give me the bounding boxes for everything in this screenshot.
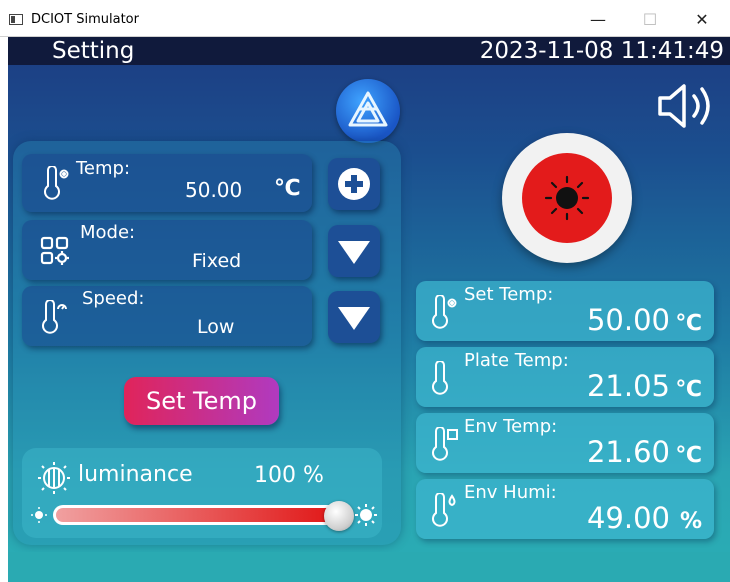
plus-icon <box>337 167 371 205</box>
temp-setting-card[interactable]: Temp: 50.00 ℃ <box>22 154 312 212</box>
reading-env-temp: Env Temp: 21.60 ℃ <box>416 413 714 473</box>
app-screen: Setting 2023-11-08 11:41:49 Temp: 50.00 … <box>8 37 730 582</box>
luminance-slider-thumb[interactable] <box>324 501 354 531</box>
dropdown-triangle-icon <box>336 238 372 270</box>
set-temp-button[interactable]: Set Temp <box>124 377 279 425</box>
header-bar: Setting 2023-11-08 11:41:49 <box>8 37 730 65</box>
reading-value: 21.60 <box>586 435 670 469</box>
luminance-slider[interactable] <box>53 505 353 525</box>
mode-setting-card[interactable]: Mode: Fixed <box>22 220 312 280</box>
datetime: 2023-11-08 11:41:49 <box>479 38 724 64</box>
speed-dropdown-button[interactable] <box>328 291 380 343</box>
alarm-button[interactable] <box>502 133 632 263</box>
speaker-icon[interactable] <box>656 81 718 131</box>
reading-set-temp: Set Temp: 50.00 ℃ <box>416 281 714 341</box>
reading-value: 49.00 <box>586 501 670 535</box>
temp-unit: ℃ <box>274 176 301 201</box>
speed-label: Speed: <box>82 288 145 309</box>
thermometer-box-icon <box>430 426 460 465</box>
thermometer-gauge-icon <box>40 299 70 338</box>
temp-label: Temp: <box>76 158 131 179</box>
reading-env-humi: Env Humi: 49.00 % <box>416 479 714 539</box>
luminance-label: luminance <box>78 462 193 487</box>
sun-large-icon <box>354 503 378 531</box>
reading-unit: ℃ <box>675 443 702 468</box>
alarm-icon <box>544 175 590 221</box>
reading-plate-temp: Plate Temp: 21.05 ℃ <box>416 347 714 407</box>
reading-value: 50.00 <box>586 303 670 337</box>
luminance-value: 100 % <box>254 463 324 488</box>
window-title: DCIOT Simulator <box>31 12 139 27</box>
reading-unit: % <box>679 509 702 534</box>
brightness-icon <box>36 460 72 500</box>
logo-icon <box>336 79 400 143</box>
luminance-slider-fill <box>56 508 350 522</box>
reading-label: Env Temp: <box>464 416 558 437</box>
mode-dropdown-button[interactable] <box>328 225 380 277</box>
thermometer-gear-icon <box>430 294 460 333</box>
speed-setting-card[interactable]: Speed: Low <box>22 286 312 346</box>
app-icon <box>9 14 23 25</box>
temp-value: 50.00 <box>185 178 243 202</box>
sun-small-icon <box>30 506 48 528</box>
reading-unit: ℃ <box>675 311 702 336</box>
thermometer-droplet-icon <box>430 492 460 531</box>
page-title: Setting <box>52 38 135 64</box>
increase-temp-button[interactable] <box>328 158 380 210</box>
mode-value: Fixed <box>192 250 242 272</box>
close-button[interactable]: ✕ <box>682 7 722 33</box>
reading-value: 21.05 <box>586 369 670 403</box>
reading-label: Env Humi: <box>464 482 557 503</box>
reading-label: Set Temp: <box>464 284 554 305</box>
thermometer-gear-icon <box>42 165 72 204</box>
thermometer-icon <box>430 360 460 399</box>
maximize-button[interactable]: ☐ <box>630 7 670 33</box>
dropdown-triangle-icon <box>336 304 372 336</box>
minimize-button[interactable]: — <box>578 7 618 33</box>
speed-value: Low <box>197 316 235 338</box>
reading-unit: ℃ <box>675 377 702 402</box>
alarm-light <box>522 153 612 243</box>
reading-label: Plate Temp: <box>464 350 569 371</box>
luminance-card: luminance 100 % <box>22 448 382 538</box>
window-titlebar: DCIOT Simulator — ☐ ✕ <box>0 0 730 37</box>
mode-grid-icon <box>40 236 70 270</box>
footer-strip <box>8 552 730 582</box>
mode-label: Mode: <box>80 222 136 243</box>
